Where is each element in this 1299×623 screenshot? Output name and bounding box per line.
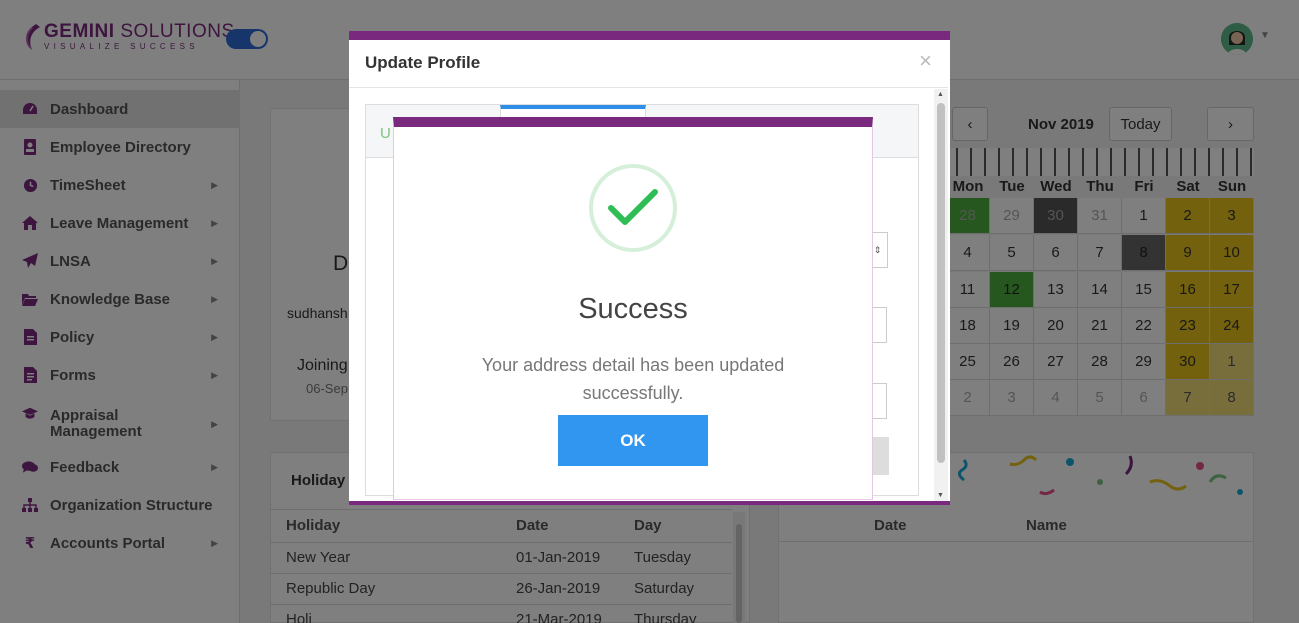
success-dialog: Success Your address detail has been upd… (393, 117, 873, 500)
modal-header: Update Profile × (349, 40, 948, 88)
success-check-icon (589, 164, 677, 252)
modal-title: Update Profile (365, 53, 481, 72)
success-message: Your address detail has been updated suc… (481, 355, 785, 403)
modal-scrollbar[interactable]: ▲ ▼ (934, 89, 948, 501)
tab-update[interactable]: U (380, 125, 391, 142)
close-icon[interactable]: × (919, 50, 932, 72)
ok-button[interactable]: OK (558, 415, 708, 466)
success-title: Success (578, 293, 688, 325)
